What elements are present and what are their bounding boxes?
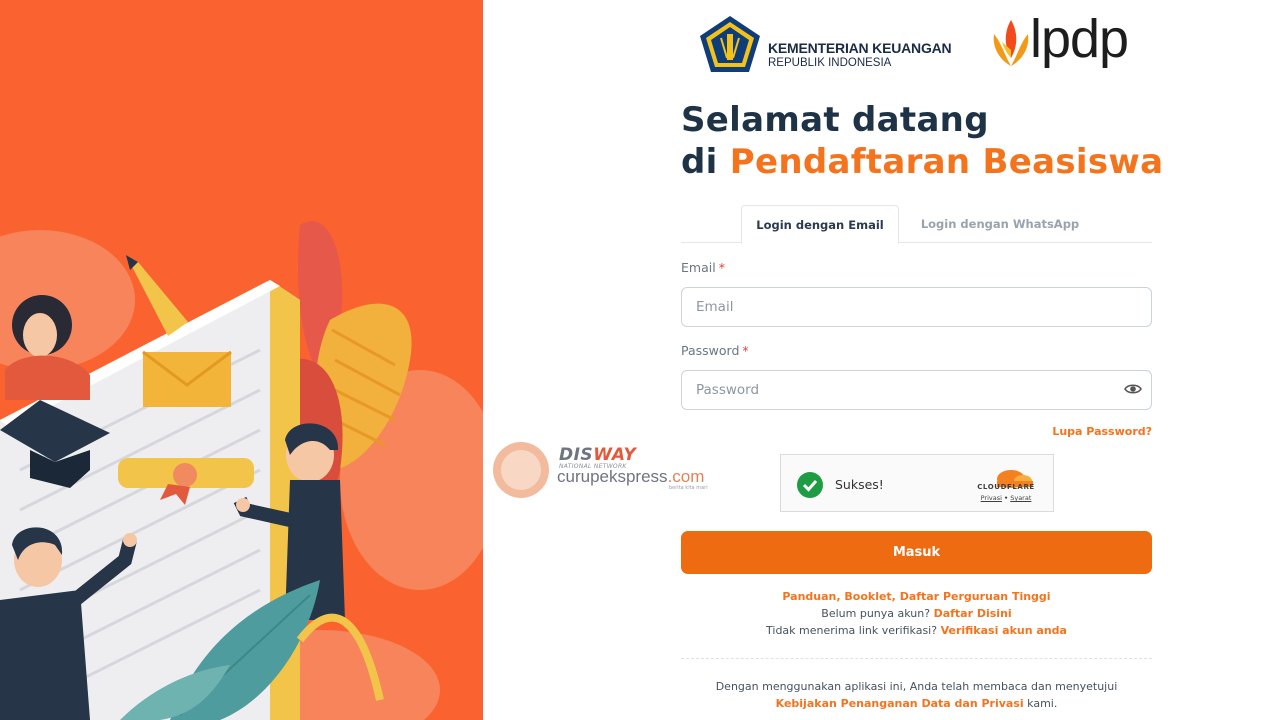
tab-login-email[interactable]: Login dengan Email bbox=[741, 205, 899, 244]
captcha-terms-link[interactable]: Syarat bbox=[1010, 494, 1031, 502]
lpdp-logo: lpdp bbox=[990, 9, 1150, 74]
captcha-links: Privasi • Syarat bbox=[980, 494, 1032, 502]
cloudflare-brand: CLOUDFLARE bbox=[977, 483, 1035, 491]
verify-row: Tidak menerima link verifikasi? Verifika… bbox=[766, 624, 1067, 637]
education-illustration bbox=[0, 221, 483, 720]
watermark-badge bbox=[493, 442, 549, 498]
password-field[interactable] bbox=[681, 370, 1152, 410]
hero-illustration bbox=[0, 0, 483, 720]
divider bbox=[681, 658, 1152, 659]
watermark-site: curupekspress.com bbox=[557, 467, 705, 486]
eye-icon[interactable] bbox=[1124, 380, 1142, 398]
tab-login-whatsapp[interactable]: Login dengan WhatsApp bbox=[911, 205, 1089, 243]
email-field[interactable] bbox=[681, 287, 1152, 327]
cloudflare-captcha[interactable]: Sukses! CLOUDFLARE Privasi • Syarat bbox=[780, 454, 1054, 512]
welcome-title: Selamat datang bbox=[681, 100, 989, 140]
welcome-subtitle: di Pendaftaran Beasiswa bbox=[681, 142, 1164, 182]
captcha-status: Sukses! bbox=[835, 477, 884, 492]
watermark-disway: DISWAY bbox=[559, 445, 637, 465]
check-circle-icon bbox=[797, 472, 823, 498]
email-label: Email * bbox=[681, 260, 725, 275]
captcha-privacy-link[interactable]: Privasi bbox=[981, 494, 1002, 502]
ministry-name: KEMENTERIAN KEUANGAN bbox=[768, 40, 952, 56]
watermark: DISWAY NATIONAL NETWORK curupekspress.co… bbox=[493, 442, 723, 498]
register-row: Belum punya akun? Daftar Disini bbox=[821, 607, 1012, 620]
scholarship-registration-text: Pendaftaran Beasiswa bbox=[729, 142, 1164, 182]
lpdp-wordmark: lpdp bbox=[1030, 9, 1129, 69]
lpdp-flame-icon bbox=[993, 20, 1029, 66]
register-link[interactable]: Daftar Disini bbox=[934, 607, 1012, 620]
kemenkeu-logo: KEMENTERIAN KEUANGAN REPUBLIK INDONESIA bbox=[697, 14, 967, 74]
ministry-subtitle: REPUBLIK INDONESIA bbox=[768, 57, 892, 69]
terms-notice: Dengan menggunakan aplikasi ini, Anda te… bbox=[715, 680, 1118, 693]
forgot-password-link[interactable]: Lupa Password? bbox=[1040, 425, 1152, 438]
required-mark: * bbox=[742, 343, 749, 358]
kemenkeu-emblem-icon bbox=[700, 16, 760, 72]
privacy-row: Kebijakan Penanganan Data dan Privasi ka… bbox=[775, 697, 1058, 710]
login-button[interactable]: Masuk bbox=[681, 531, 1152, 574]
privacy-policy-link[interactable]: Kebijakan Penanganan Data dan Privasi bbox=[776, 697, 1024, 710]
password-label: Password * bbox=[681, 343, 749, 358]
guide-link[interactable]: Panduan, Booklet, Daftar Perguruan Tingg… bbox=[782, 590, 1050, 603]
guide-row: Panduan, Booklet, Daftar Perguruan Tingg… bbox=[681, 590, 1152, 603]
watermark-tagline: berita kita mari bbox=[669, 485, 708, 491]
verify-account-link[interactable]: Verifikasi akun anda bbox=[941, 624, 1067, 637]
required-mark: * bbox=[718, 260, 725, 275]
login-tabs: Login dengan Email Login dengan WhatsApp bbox=[681, 205, 1152, 244]
